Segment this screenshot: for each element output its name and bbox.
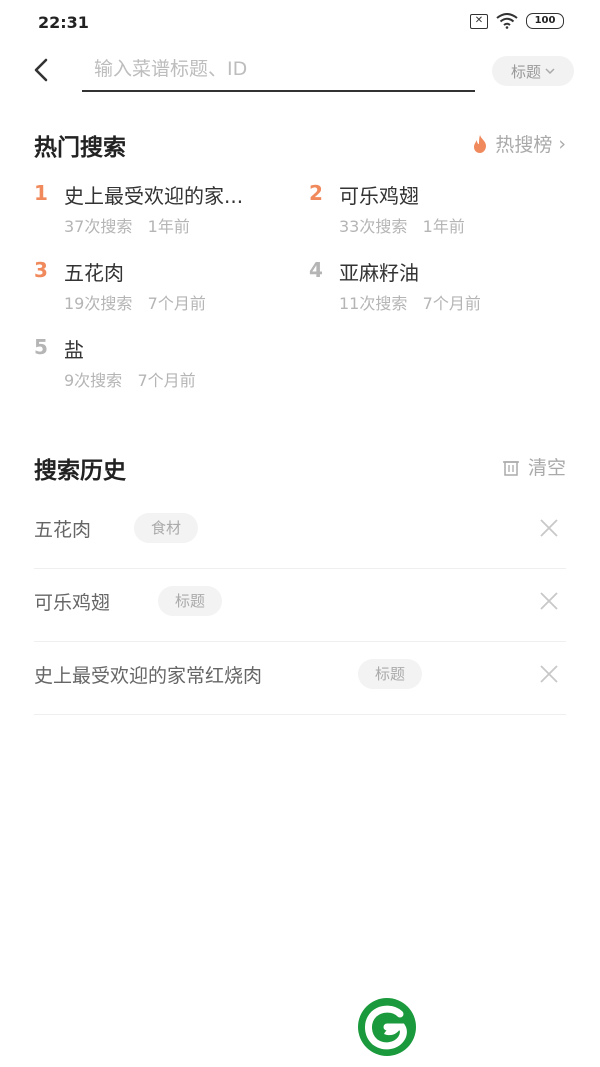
hot-search-meta: 33次搜索 1年前 [339, 217, 465, 236]
no-sim-icon: ✕ [470, 13, 488, 29]
history-title: 搜索历史 [34, 458, 126, 484]
search-type-label: 标题 [510, 62, 541, 81]
hot-search-title: 热门搜索 [34, 135, 126, 161]
status-icons: ✕ 100 [470, 13, 564, 29]
chevron-down-icon [545, 68, 555, 75]
hot-rank-number: 3 [34, 258, 48, 282]
hot-search-meta: 11次搜索 7个月前 [339, 294, 481, 313]
close-icon[interactable] [538, 590, 560, 612]
hot-rank-label: 热搜榜 [495, 134, 553, 156]
history-tag: 食材 [134, 513, 199, 543]
clear-history-button[interactable]: 清空 [502, 453, 566, 480]
history-text: 可乐鸡翅 [34, 592, 111, 614]
hot-search-name: 五花肉 [64, 261, 124, 285]
search-bar: 标题 [0, 48, 600, 98]
hot-search-name: 可乐鸡翅 [339, 184, 419, 208]
hot-search-name: 亚麻籽油 [339, 261, 419, 285]
hot-search-meta: 9次搜索 7个月前 [64, 371, 196, 390]
hot-rank-number: 2 [309, 181, 323, 205]
history-text: 五花肉 [34, 519, 92, 541]
battery-indicator: 100 [526, 13, 564, 29]
chevron-right-icon: › [558, 132, 566, 155]
hot-search-name: 盐 [64, 338, 84, 362]
history-row[interactable]: 史上最受欢迎的家常红烧肉 标题 [34, 641, 566, 715]
history-row[interactable]: 五花肉 食材 [34, 495, 566, 569]
hot-search-meta: 19次搜索 7个月前 [64, 294, 206, 313]
clear-label: 清空 [527, 457, 566, 479]
close-icon[interactable] [538, 663, 560, 685]
back-button[interactable] [28, 56, 56, 84]
wifi-icon [496, 13, 518, 29]
fire-icon [474, 134, 487, 153]
hot-rank-number: 5 [34, 335, 48, 359]
close-icon[interactable] [538, 517, 560, 539]
search-input[interactable] [82, 48, 475, 92]
hot-rank-link[interactable]: 热搜榜 › [471, 130, 566, 157]
history-tag: 标题 [358, 659, 423, 689]
hot-rank-number: 4 [309, 258, 323, 282]
hot-search-name: 史上最受欢迎的家... [64, 184, 244, 208]
history-row[interactable]: 可乐鸡翅 标题 [34, 568, 566, 642]
chevron-left-icon [34, 58, 48, 82]
history-text: 史上最受欢迎的家常红烧肉 [34, 665, 263, 687]
status-time: 22:31 [38, 13, 89, 32]
trash-icon [502, 460, 519, 476]
hot-search-meta: 37次搜索 1年前 [64, 217, 190, 236]
app-logo [358, 998, 416, 1056]
hot-rank-number: 1 [34, 181, 48, 205]
history-tag: 标题 [158, 586, 223, 616]
search-type-dropdown[interactable]: 标题 [492, 56, 574, 86]
status-bar: 22:31 ✕ 100 [0, 0, 600, 46]
